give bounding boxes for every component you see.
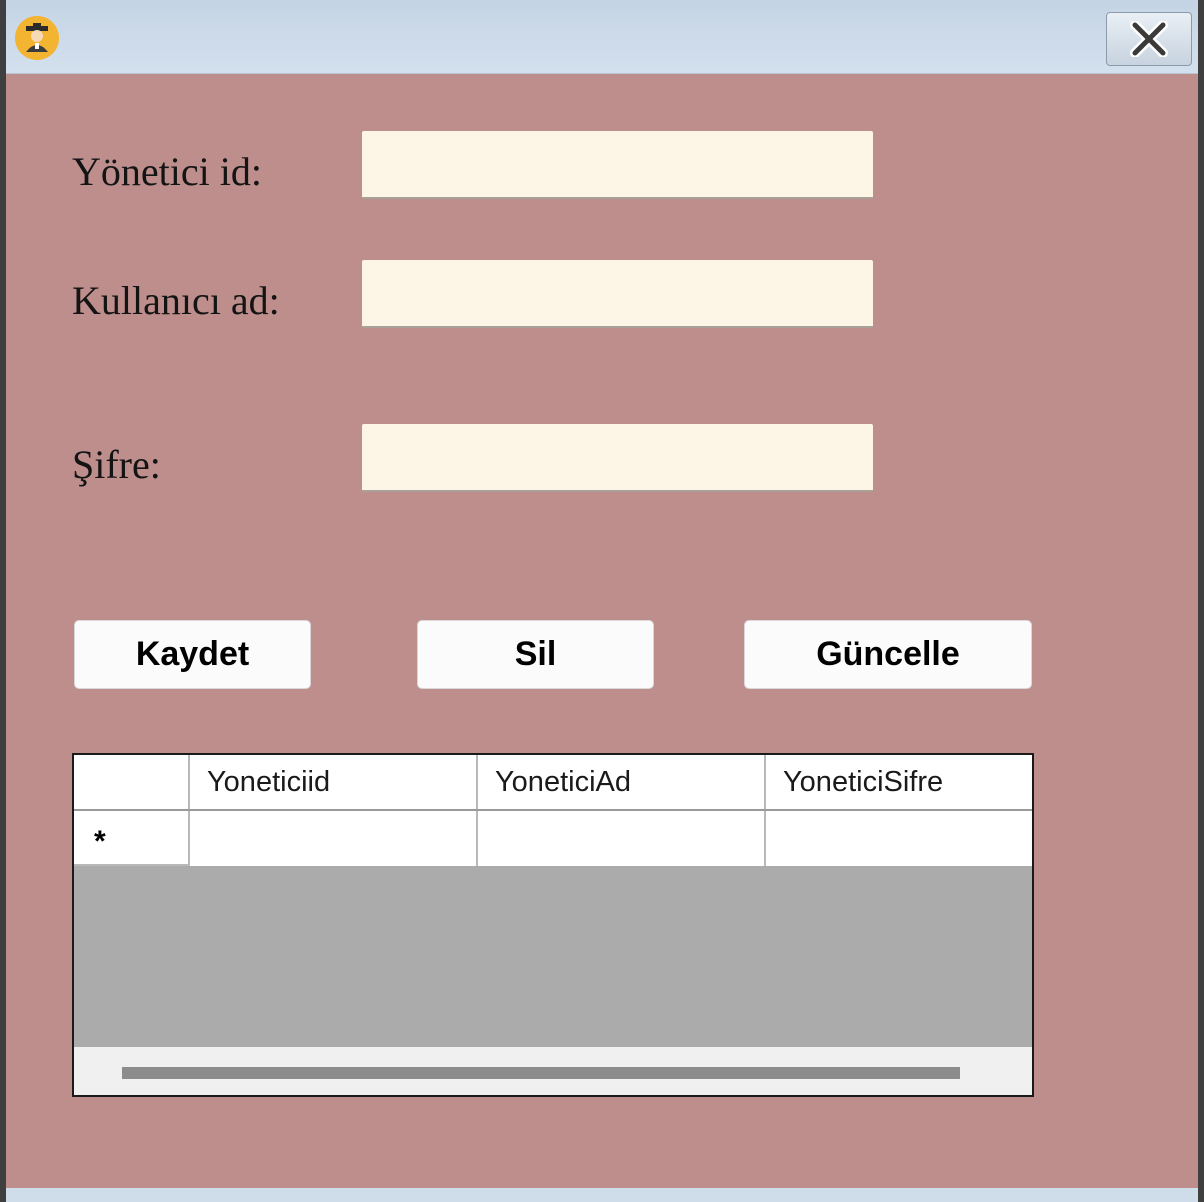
username-label: Kullanıcı ad: — [72, 278, 280, 323]
grid-header-row: Yoneticiid YoneticiAd YoneticiSifre — [74, 755, 1032, 811]
new-row-marker[interactable]: * — [74, 811, 190, 866]
scrollbar-thumb[interactable] — [122, 1067, 960, 1079]
password-input[interactable] — [362, 424, 873, 492]
table-cell-yoneticisifre[interactable] — [766, 811, 1032, 866]
table-cell-yoneticiid[interactable] — [190, 811, 478, 866]
admin-data-grid[interactable]: Yoneticiid YoneticiAd YoneticiSifre * — [72, 753, 1034, 1097]
password-label: Şifre: — [72, 442, 161, 487]
id-input[interactable] — [362, 131, 873, 199]
grid-corner-header[interactable] — [74, 755, 190, 809]
username-input[interactable] — [362, 260, 873, 328]
close-icon — [1130, 21, 1168, 57]
column-header-yoneticiad[interactable]: YoneticiAd — [478, 755, 766, 809]
window-bottom-border — [6, 1188, 1198, 1202]
update-button[interactable]: Güncelle — [744, 620, 1032, 689]
column-header-yoneticisifre[interactable]: YoneticiSifre — [766, 755, 1032, 809]
delete-button[interactable]: Sil — [417, 620, 654, 689]
window-frame-right — [1198, 0, 1204, 1202]
student-avatar-icon — [15, 16, 59, 60]
save-button[interactable]: Kaydet — [74, 620, 311, 689]
column-header-yoneticiid[interactable]: Yoneticiid — [190, 755, 478, 809]
table-cell-yoneticiad[interactable] — [478, 811, 766, 866]
horizontal-scrollbar[interactable] — [74, 1047, 1032, 1095]
title-bar[interactable] — [6, 0, 1198, 74]
close-button[interactable] — [1106, 12, 1192, 66]
id-label: Yönetici id: — [72, 149, 262, 194]
table-row-new[interactable]: * — [74, 811, 1032, 866]
